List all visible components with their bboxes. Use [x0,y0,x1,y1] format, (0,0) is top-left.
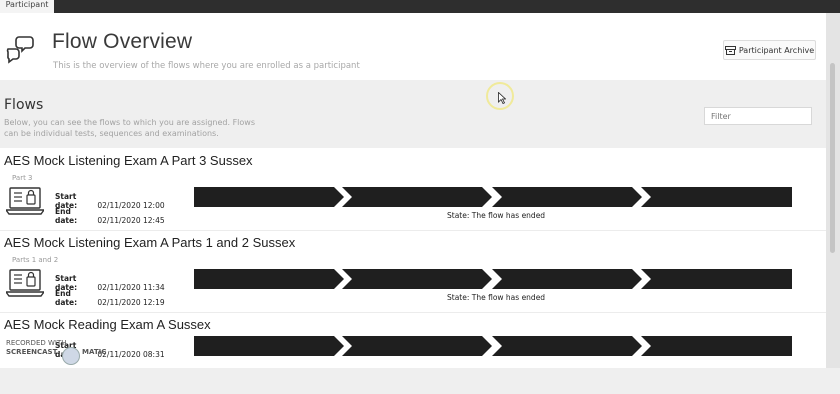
progress-segment-3 [492,269,642,289]
flow-progress-bar [194,336,792,356]
progress-segment-3 [492,187,642,207]
screencast-watermark: RECORDED WITH SCREENCAST MATIC [6,339,114,367]
top-nav-bar: Participant [0,0,840,13]
flows-title: Flows [4,97,44,113]
page-scrollbar[interactable] [826,13,840,368]
filter-input[interactable] [704,107,812,125]
flow-progress-bar [194,269,792,289]
end-date-value: 02/11/2020 12:45 [97,216,165,225]
flow-name[interactable]: AES Mock Listening Exam A Parts 1 and 2 … [4,235,295,250]
page-subtitle: This is the overview of the flows where … [53,61,360,71]
flow-end-date: End date: 02/11/2020 12:19 [55,289,165,307]
progress-segment-4 [641,336,792,356]
progress-segment-2 [342,269,492,289]
exam-laptop-icon [6,269,44,297]
flow-name[interactable]: AES Mock Reading Exam A Sussex [4,317,211,332]
watermark-logo-icon [62,347,80,365]
watermark-line1: RECORDED WITH [6,339,67,347]
archive-icon [724,45,736,55]
end-date-label: End date: [55,289,78,307]
flows-description: Below, you can see the flows to which yo… [4,118,255,138]
participant-archive-button[interactable]: Participant Archive [723,40,816,60]
flow-progress-bar [194,187,792,207]
flow-end-date: End date: 02/11/2020 12:45 [55,207,165,225]
end-date-value: 02/11/2020 12:19 [97,298,165,307]
participant-archive-label: Participant Archive [738,45,815,55]
progress-segment-4 [641,269,792,289]
scrollbar-thumb[interactable] [830,63,835,253]
progress-segment-4 [641,187,792,207]
progress-segment-3 [492,336,642,356]
flow-subtitle: Part 3 [12,174,33,182]
page-header: Flow Overview This is the overview of th… [0,13,826,80]
flows-section-header: Flows Below, you can see the flows to wh… [0,80,826,148]
flow-item[interactable]: AES Mock Listening Exam A Parts 1 and 2 … [0,230,826,312]
flow-list: AES Mock Listening Exam A Part 3 Sussex … [0,148,826,368]
progress-segment-2 [342,336,492,356]
end-date-label: End date: [55,207,78,225]
watermark-line3: MATIC [82,348,107,356]
mouse-cursor-icon [498,92,506,104]
flow-state: State: The flow has ended [447,293,546,302]
exam-laptop-icon [6,187,44,215]
progress-segment-1 [194,269,344,289]
flow-item[interactable]: AES Mock Listening Exam A Part 3 Sussex … [0,148,826,230]
flow-name[interactable]: AES Mock Listening Exam A Part 3 Sussex [4,153,253,168]
flow-subtitle: Parts 1 and 2 [12,256,59,264]
flow-state: State: The flow has ended [447,211,546,220]
flow-item[interactable]: AES Mock Reading Exam A Sussex Start dat… [0,312,826,394]
page-title: Flow Overview [52,30,193,53]
progress-segment-1 [194,336,344,356]
progress-segment-2 [342,187,492,207]
progress-segment-1 [194,187,344,207]
tab-participant[interactable]: Participant [0,0,54,13]
chat-bubbles-icon [6,36,34,64]
